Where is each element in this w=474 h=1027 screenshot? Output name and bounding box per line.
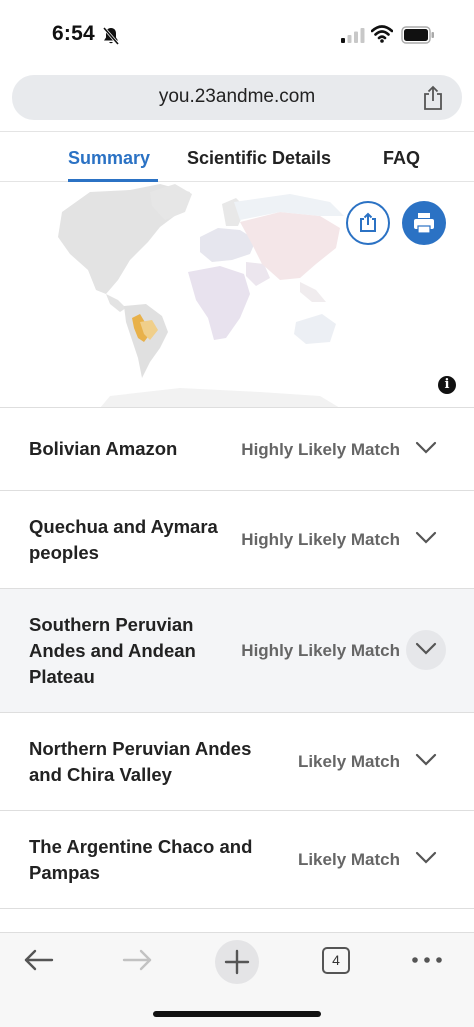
bell-slash-icon [102,27,120,45]
wifi-icon [371,25,393,43]
expand-button[interactable] [406,519,446,559]
more-icon[interactable] [410,950,444,970]
tabs-icon[interactable]: 4 [322,947,350,974]
australia-region [294,314,336,344]
status-time: 6:54 [52,22,95,45]
antarctica-region [100,388,340,408]
chevron-down-icon [415,441,437,454]
tab-scientific-details[interactable]: Scientific Details [187,148,331,169]
share-icon [360,212,376,232]
central-america-region [106,294,126,312]
chevron-down-icon [415,642,437,655]
url-text[interactable]: you.23andme.com [12,86,462,108]
match-label: Likely Match [297,752,400,771]
status-bar: 6:54 [0,0,474,70]
match-label: Highly Likely Match [241,530,400,549]
list-item[interactable]: Bolivian Amazon Highly Likely Match [0,407,474,490]
list-item[interactable]: The Argentine Chaco and Pampas Likely Ma… [0,810,474,908]
map-print-button[interactable] [402,201,446,245]
africa-region [188,266,250,340]
match-label: Highly Likely Match [241,641,400,660]
list-item[interactable]: Quechua and Aymara peoples Highly Likely… [0,490,474,588]
print-icon [414,213,434,234]
chevron-down-icon [415,753,437,766]
match-label: Likely Match [297,850,400,869]
expand-button[interactable] [406,741,446,781]
result-name: Southern Peruvian Andes and Andean Plate… [29,614,196,687]
battery-icon [401,26,434,44]
list-item[interactable]: Southern Peruvian Andes and Andean Plate… [0,588,474,712]
tab-faq[interactable]: FAQ [383,148,420,169]
address-bar[interactable]: you.23andme.com [12,75,462,120]
forward-arrow-icon[interactable] [122,948,154,972]
ancestry-map: i [0,182,474,408]
expand-button[interactable] [406,839,446,879]
south-america-region [124,304,168,378]
new-tab-button[interactable] [215,940,259,984]
tab-summary[interactable]: Summary [68,148,150,169]
plus-icon [224,949,250,975]
home-indicator [153,1011,321,1017]
chevron-down-icon [415,531,437,544]
chevron-down-icon [415,851,437,864]
expand-button[interactable] [406,630,446,670]
result-name: The Argentine Chaco and Pampas [29,836,253,883]
match-label: Highly Likely Match [241,440,400,459]
tab-bar: Summary Scientific Details FAQ [0,131,474,182]
list-item[interactable]: Northern Peruvian Andes and Chira Valley… [0,712,474,810]
info-icon[interactable]: i [438,376,456,394]
southeast-asia-region [300,282,326,302]
ancestry-results-list: Bolivian Amazon Highly Likely Match Quec… [0,407,474,938]
result-name: Northern Peruvian Andes and Chira Valley [29,738,252,785]
result-name: Bolivian Amazon [29,438,178,459]
cellular-signal-icon [341,28,365,43]
map-share-button[interactable] [346,201,390,245]
result-name: Quechua and Aymara peoples [29,516,218,563]
back-arrow-icon[interactable] [22,948,54,972]
share-icon[interactable] [422,85,444,111]
expand-button[interactable] [406,429,446,469]
